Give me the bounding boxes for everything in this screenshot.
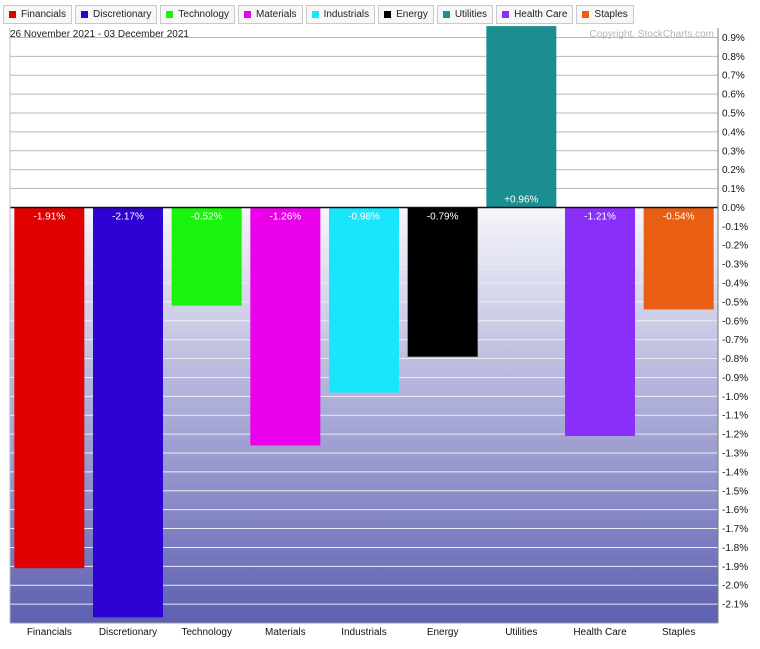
y-tick-label: -0.9%	[722, 373, 748, 384]
y-tick-label: 0.0%	[722, 203, 745, 214]
x-tick-label: Discretionary	[99, 627, 157, 638]
y-tick-label: -1.9%	[722, 562, 748, 573]
y-tick-label: -1.7%	[722, 524, 748, 535]
data-label: -1.26%	[269, 211, 301, 222]
plot-background-positive	[10, 28, 718, 208]
y-tick-label: 0.1%	[722, 184, 745, 195]
bar	[486, 26, 557, 208]
x-tick-label: Industrials	[341, 627, 387, 638]
y-tick-label: 0.5%	[722, 109, 745, 120]
y-tick-label: -1.6%	[722, 505, 748, 516]
y-tick-label: -0.4%	[722, 279, 748, 290]
bar	[407, 207, 478, 357]
y-tick-label: 0.9%	[722, 33, 745, 44]
data-label: -0.98%	[348, 211, 380, 222]
y-tick-label: 0.2%	[722, 165, 745, 176]
y-tick-label: 0.3%	[722, 146, 745, 157]
y-tick-label: 0.4%	[722, 127, 745, 138]
bar-chart: -1.91% -2.17% -0.52% -1.26% -0.98% -0.79% +0.9…	[9, 26, 748, 638]
bar	[565, 207, 635, 436]
bar	[250, 207, 321, 446]
x-tick-label: Technology	[181, 627, 232, 638]
y-tick-label: -1.3%	[722, 449, 748, 460]
y-tick-label: -0.1%	[722, 222, 748, 233]
x-tick-label: Materials	[265, 627, 306, 638]
y-tick-label: -1.4%	[722, 467, 748, 478]
y-tick-label: -1.1%	[722, 411, 748, 422]
y-tick-label: 0.7%	[722, 71, 745, 82]
x-tick-label: Energy	[427, 627, 459, 638]
data-label: -0.52%	[191, 211, 223, 222]
y-tick-label: -2.0%	[722, 581, 748, 592]
y-tick-label: -1.8%	[722, 543, 748, 554]
bar	[93, 207, 163, 618]
x-tick-label: Utilities	[505, 627, 537, 638]
y-tick-label: 0.8%	[722, 52, 745, 63]
bar	[14, 207, 85, 569]
y-tick-label: -0.8%	[722, 354, 748, 365]
y-tick-label: -1.0%	[722, 392, 748, 403]
x-axis: Financials Discretionary Technology Materia…	[27, 627, 696, 638]
x-tick-label: Staples	[662, 627, 695, 638]
y-tick-label: -2.1%	[722, 600, 748, 611]
data-label: -1.21%	[584, 211, 616, 222]
y-tick-label: -1.5%	[722, 486, 748, 497]
y-tick-label: -0.2%	[722, 241, 748, 252]
copyright: Copyright, StockCharts.com	[590, 29, 715, 40]
bar	[643, 207, 714, 310]
data-label: -1.91%	[33, 211, 65, 222]
bar	[329, 207, 399, 393]
data-label: -0.79%	[427, 211, 459, 222]
y-tick-label: 0.6%	[722, 90, 745, 101]
y-tick-label: -0.6%	[722, 316, 748, 327]
x-tick-label: Financials	[27, 627, 72, 638]
y-tick-label: -0.3%	[722, 260, 748, 271]
y-tick-label: -0.7%	[722, 335, 748, 346]
data-label: -0.54%	[663, 211, 695, 222]
y-tick-label: -0.5%	[722, 297, 748, 308]
y-tick-label: -1.2%	[722, 430, 748, 441]
x-tick-label: Health Care	[573, 627, 627, 638]
data-label: +0.96%	[504, 194, 538, 205]
date-range: 26 November 2021 - 03 December 2021	[10, 29, 189, 40]
data-label: -2.17%	[112, 211, 144, 222]
